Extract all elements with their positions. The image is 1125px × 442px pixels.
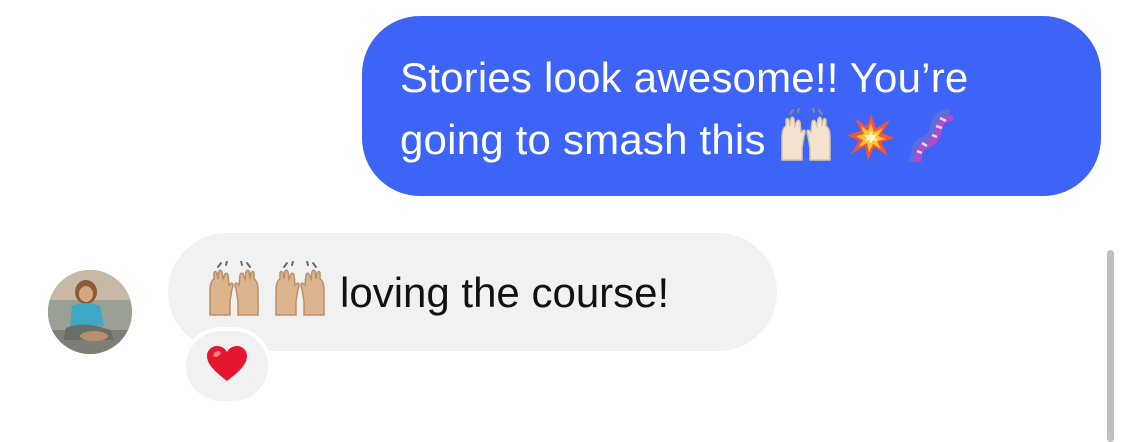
scrollbar[interactable] xyxy=(1107,250,1114,442)
collision-icon xyxy=(846,112,896,162)
sender-avatar[interactable] xyxy=(48,270,132,354)
raising-hands-icon xyxy=(204,261,264,317)
raising-hands-icon xyxy=(270,261,330,317)
outgoing-message-text: going to smash this xyxy=(400,116,766,163)
outgoing-message-bubble[interactable]: Stories look awesome!! You’re going to s… xyxy=(362,16,1101,196)
outgoing-message-line-1: Stories look awesome!! You’re xyxy=(400,54,969,101)
incoming-message-text: loving the course! xyxy=(340,269,670,316)
heart-reaction[interactable] xyxy=(182,327,272,405)
dna-icon xyxy=(906,108,956,162)
message-thread: Stories look awesome!! You’re going to s… xyxy=(0,0,1125,442)
incoming-message-bubble[interactable]: loving the course! xyxy=(168,233,777,351)
heart-icon xyxy=(206,345,248,388)
raising-hands-icon xyxy=(776,108,836,162)
outgoing-message-line-2: going to smash this xyxy=(400,108,1061,170)
